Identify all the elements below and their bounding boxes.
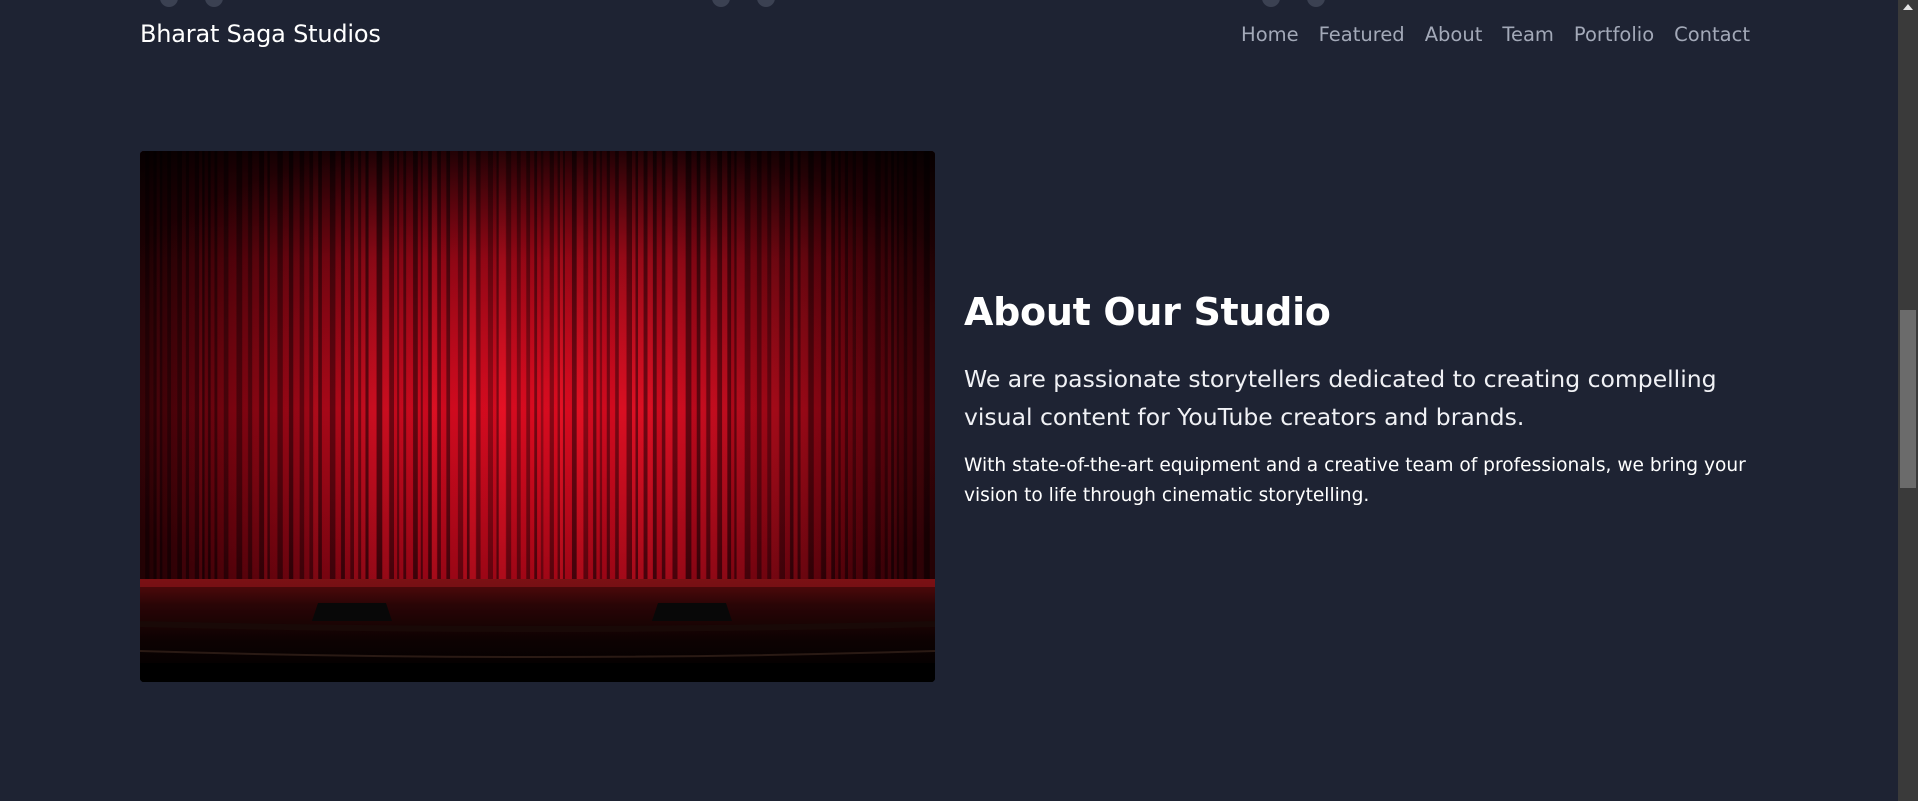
brand-logo-text[interactable]: Bharat Saga Studios — [140, 20, 381, 48]
vertical-scrollbar[interactable] — [1898, 0, 1918, 801]
nav-link-team[interactable]: Team — [1502, 23, 1554, 46]
nav-links: Home Featured About Team Portfolio Conta… — [1241, 23, 1750, 46]
navbar: Bharat Saga Studios Home Featured About … — [0, 0, 1898, 72]
scroll-up-arrow-icon[interactable] — [1903, 4, 1913, 10]
about-title: About Our Studio — [964, 290, 1331, 334]
nav-link-portfolio[interactable]: Portfolio — [1574, 23, 1654, 46]
scrollbar-thumb[interactable] — [1900, 310, 1916, 488]
about-section-text: About Our Studio We are passionate story… — [964, 290, 1764, 511]
nav-link-featured[interactable]: Featured — [1319, 23, 1405, 46]
page: Bharat Saga Studios Home Featured About … — [0, 0, 1918, 801]
nav-link-home[interactable]: Home — [1241, 23, 1299, 46]
about-lead-paragraph: We are passionate storytellers dedicated… — [964, 365, 1717, 431]
nav-link-contact[interactable]: Contact — [1674, 23, 1750, 46]
about-body-paragraph: With state-of-the-art equipment and a cr… — [964, 455, 1746, 506]
about-image-stage-curtain — [140, 151, 935, 682]
nav-link-about[interactable]: About — [1425, 23, 1483, 46]
